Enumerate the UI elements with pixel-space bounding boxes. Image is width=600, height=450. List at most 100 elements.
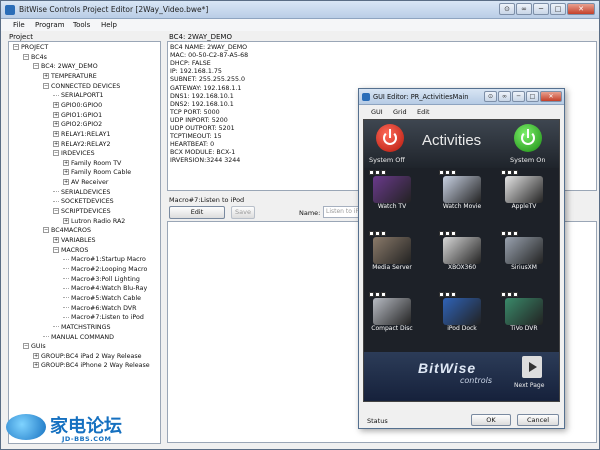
- tile-handle-icon[interactable]: [501, 231, 518, 236]
- expand-icon[interactable]: +: [53, 237, 59, 243]
- handle-square-icon[interactable]: [451, 170, 456, 175]
- handle-square-icon[interactable]: [513, 170, 518, 175]
- tree-node[interactable]: Macro#6:Watch DVR: [63, 305, 137, 313]
- collapse-icon[interactable]: −: [53, 150, 59, 157]
- handle-square-icon[interactable]: [451, 231, 456, 236]
- tile-handle-icon[interactable]: [439, 292, 456, 297]
- expand-icon[interactable]: +: [53, 121, 59, 128]
- tree-node[interactable]: + GROUP:BC4 iPad 2 Way Release: [33, 352, 142, 361]
- cancel-button[interactable]: Cancel: [517, 414, 559, 426]
- handle-square-icon[interactable]: [369, 170, 374, 175]
- tree-node[interactable]: + Lutron Radio RA2: [63, 217, 125, 226]
- expand-icon[interactable]: +: [43, 72, 49, 79]
- tree-node[interactable]: + VARIABLES: [53, 237, 96, 245]
- handle-square-icon[interactable]: [507, 170, 512, 175]
- expand-icon[interactable]: +: [63, 159, 69, 166]
- tree-node[interactable]: + GPIO0:GPIO0: [53, 101, 102, 110]
- expand-icon[interactable]: +: [33, 352, 39, 359]
- menu-tools[interactable]: Tools: [73, 21, 90, 29]
- tree-node[interactable]: + TEMPERATURE: [43, 72, 97, 81]
- tile-handle-icon[interactable]: [369, 292, 386, 297]
- handle-square-icon[interactable]: [513, 292, 518, 297]
- collapse-icon[interactable]: −: [43, 82, 49, 89]
- save-button[interactable]: Save: [231, 206, 255, 219]
- tree-node[interactable]: − IRDEVICES: [53, 150, 95, 158]
- activity-tile[interactable]: Compact Disc: [369, 292, 415, 334]
- handle-square-icon[interactable]: [439, 170, 444, 175]
- expand-icon[interactable]: +: [53, 101, 59, 108]
- activity-tile[interactable]: Media Server: [369, 231, 415, 273]
- tree-node[interactable]: SERIALPORT1: [53, 92, 104, 100]
- handle-square-icon[interactable]: [381, 292, 386, 297]
- collapse-icon[interactable]: −: [13, 44, 19, 50]
- handle-square-icon[interactable]: [445, 231, 450, 236]
- gui-link-icon[interactable]: ∞: [498, 91, 511, 102]
- pin-icon[interactable]: ⊙: [499, 3, 515, 15]
- collapse-icon[interactable]: −: [43, 227, 49, 234]
- tree-node[interactable]: Macro#7:Listen to iPod: [63, 314, 144, 322]
- gui-menu-grid[interactable]: Grid: [393, 108, 407, 116]
- project-tree[interactable]: − PROJECT − BC4s − BC4: 2WAY_DEMO + TEMPERATURE…: [8, 41, 161, 444]
- minimize-button[interactable]: ─: [533, 3, 549, 15]
- tree-node[interactable]: + RELAY2:RELAY2: [53, 140, 110, 149]
- tree-node[interactable]: − BC4: 2WAY_DEMO: [33, 63, 98, 71]
- collapse-icon[interactable]: −: [53, 246, 59, 253]
- expand-icon[interactable]: +: [53, 140, 59, 147]
- gui-menu-edit[interactable]: Edit: [417, 108, 430, 116]
- handle-square-icon[interactable]: [445, 292, 450, 297]
- activity-tile[interactable]: Watch TV: [369, 170, 415, 212]
- tree-node[interactable]: + AV Receiver: [63, 179, 108, 187]
- handle-square-icon[interactable]: [513, 231, 518, 236]
- handle-square-icon[interactable]: [451, 292, 456, 297]
- tree-node[interactable]: Macro#4:Watch Blu-Ray: [63, 285, 147, 293]
- handle-square-icon[interactable]: [375, 170, 380, 175]
- tree-node[interactable]: SOCKETDEVICES: [53, 198, 114, 206]
- tree-node[interactable]: + Family Room TV: [63, 159, 121, 168]
- handle-square-icon[interactable]: [369, 231, 374, 236]
- tree-node[interactable]: MANUAL COMMAND: [43, 334, 114, 342]
- collapse-icon[interactable]: −: [23, 53, 29, 60]
- handle-square-icon[interactable]: [445, 170, 450, 175]
- tree-node[interactable]: Macro#5:Watch Cable: [63, 295, 141, 303]
- activity-tile[interactable]: XBOX360: [439, 231, 485, 273]
- handle-square-icon[interactable]: [369, 292, 374, 297]
- activity-tile[interactable]: TiVo DVR: [501, 292, 547, 334]
- expand-icon[interactable]: +: [33, 362, 39, 369]
- tree-node[interactable]: MATCHSTRINGS: [53, 324, 111, 332]
- handle-square-icon[interactable]: [381, 231, 386, 236]
- expand-icon[interactable]: +: [53, 111, 59, 118]
- tile-handle-icon[interactable]: [369, 231, 386, 236]
- tree-node[interactable]: + GPIO1:GPIO1: [53, 111, 102, 120]
- gui-menu-gui[interactable]: GUI: [371, 108, 383, 116]
- handle-square-icon[interactable]: [381, 170, 386, 175]
- gui-minimize-button[interactable]: ─: [512, 91, 525, 102]
- tree-node[interactable]: Macro#3:Poll Lighting: [63, 276, 140, 284]
- maximize-button[interactable]: □: [550, 3, 566, 15]
- next-page-icon[interactable]: [522, 356, 542, 378]
- tree-node[interactable]: − PROJECT: [13, 44, 48, 52]
- link-icon[interactable]: ∞: [516, 3, 532, 15]
- handle-square-icon[interactable]: [439, 292, 444, 297]
- tile-handle-icon[interactable]: [501, 170, 518, 175]
- tree-node[interactable]: − CONNECTED DEVICES: [43, 82, 120, 91]
- edit-button[interactable]: Edit: [169, 206, 225, 219]
- tile-handle-icon[interactable]: [439, 231, 456, 236]
- tile-handle-icon[interactable]: [369, 170, 386, 175]
- expand-icon[interactable]: +: [63, 179, 69, 186]
- menu-help[interactable]: Help: [101, 21, 117, 29]
- gui-maximize-button[interactable]: □: [526, 91, 539, 102]
- handle-square-icon[interactable]: [501, 231, 506, 236]
- handle-square-icon[interactable]: [507, 292, 512, 297]
- activity-tile[interactable]: Watch Movie: [439, 170, 485, 212]
- gui-close-button[interactable]: ✕: [540, 91, 562, 102]
- activity-tile[interactable]: SiriusXM: [501, 231, 547, 273]
- tree-node[interactable]: + GPIO2:GPIO2: [53, 121, 102, 129]
- handle-square-icon[interactable]: [501, 292, 506, 297]
- tree-node[interactable]: − SCRIPTDEVICES: [53, 208, 111, 216]
- tree-node[interactable]: Macro#1:Startup Macro: [63, 256, 146, 264]
- power-on-icon[interactable]: [514, 124, 542, 152]
- power-off-icon[interactable]: [376, 124, 404, 152]
- activity-tile[interactable]: AppleTV: [501, 170, 547, 212]
- activity-tile[interactable]: iPod Dock: [439, 292, 485, 334]
- menu-program[interactable]: Program: [35, 21, 65, 29]
